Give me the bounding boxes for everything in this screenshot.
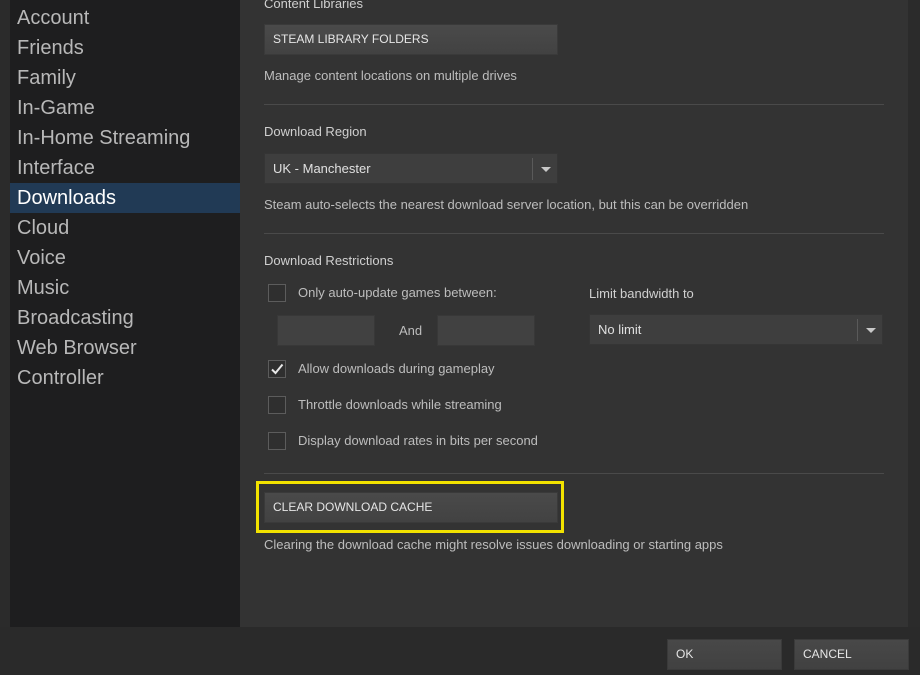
download-restrictions-heading: Download Restrictions [264, 253, 394, 268]
download-region-value: UK - Manchester [273, 161, 371, 176]
start-time-field[interactable] [277, 315, 375, 346]
bandwidth-value: No limit [598, 322, 642, 337]
settings-sidebar: Account Friends Family In-Game In-Home S… [10, 0, 240, 627]
sidebar-item-voice[interactable]: Voice [10, 243, 240, 273]
sidebar-item-in-game[interactable]: In-Game [10, 93, 240, 123]
dialog-footer [0, 627, 920, 675]
and-label: And [399, 323, 423, 338]
sidebar-item-web-browser[interactable]: Web Browser [10, 333, 240, 363]
allow-gameplay-checkbox[interactable] [268, 360, 286, 378]
sidebar-item-downloads[interactable]: Downloads [10, 183, 240, 213]
sidebar-item-family[interactable]: Family [10, 63, 240, 93]
content-libraries-heading: Content Libraries [264, 0, 363, 11]
throttle-streaming-label: Throttle downloads while streaming [298, 397, 502, 412]
auto-update-label: Only auto-update games between: [298, 285, 497, 300]
dropdown-arrow-box [532, 158, 557, 180]
sidebar-item-music[interactable]: Music [10, 273, 240, 303]
bits-per-second-checkbox[interactable] [268, 432, 286, 450]
bandwidth-label: Limit bandwidth to [589, 286, 694, 301]
sidebar-item-in-home-streaming[interactable]: In-Home Streaming [10, 123, 240, 153]
checkmark-icon [271, 363, 284, 375]
download-region-heading: Download Region [264, 124, 367, 139]
cancel-button[interactable]: CANCEL [794, 639, 909, 670]
download-region-description: Steam auto-selects the nearest download … [264, 197, 749, 212]
ok-button[interactable]: OK [667, 639, 782, 670]
bits-per-second-label: Display download rates in bits per secon… [298, 433, 538, 448]
sidebar-item-controller[interactable]: Controller [10, 363, 240, 393]
clear-download-cache-button[interactable]: CLEAR DOWNLOAD CACHE [264, 492, 558, 523]
steam-library-folders-button[interactable]: STEAM LIBRARY FOLDERS [264, 24, 558, 55]
sidebar-item-friends[interactable]: Friends [10, 33, 240, 63]
throttle-streaming-checkbox[interactable] [268, 396, 286, 414]
section-divider [264, 233, 884, 234]
section-divider [264, 104, 884, 105]
sidebar-item-broadcasting[interactable]: Broadcasting [10, 303, 240, 333]
allow-gameplay-label: Allow downloads during gameplay [298, 361, 495, 376]
sidebar-item-cloud[interactable]: Cloud [10, 213, 240, 243]
settings-window: Account Friends Family In-Game In-Home S… [0, 0, 920, 675]
download-region-select[interactable]: UK - Manchester [264, 153, 558, 184]
chevron-down-icon [541, 167, 551, 172]
auto-update-checkbox[interactable] [268, 284, 286, 302]
sidebar-item-interface[interactable]: Interface [10, 153, 240, 183]
sidebar-item-account[interactable]: Account [10, 3, 240, 33]
dropdown-arrow-box [857, 319, 882, 341]
content-libraries-description: Manage content locations on multiple dri… [264, 68, 517, 83]
bandwidth-select[interactable]: No limit [589, 314, 883, 345]
clear-cache-description: Clearing the download cache might resolv… [264, 537, 723, 552]
section-divider [264, 473, 884, 474]
end-time-field[interactable] [437, 315, 535, 346]
chevron-down-icon [866, 328, 876, 333]
